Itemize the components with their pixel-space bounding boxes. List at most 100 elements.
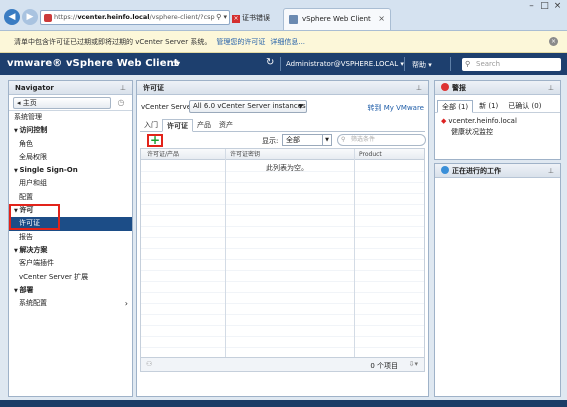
alarm-description: 健康状况监控 xyxy=(451,128,493,136)
details-link[interactable]: 详细信息... xyxy=(270,38,305,46)
window-controls: – □ × xyxy=(525,0,564,12)
cert-error-icon: × xyxy=(232,15,240,23)
navigator-item[interactable]: vCenter Server 扩展 xyxy=(9,271,132,284)
navigator-item[interactable]: 角色 xyxy=(9,138,132,151)
work-in-progress-panel: 正在进行的工作 ⊥ xyxy=(434,163,561,397)
search-icon[interactable]: ⚲ xyxy=(216,13,221,21)
navigator-item-label: Single Sign-On xyxy=(19,166,78,175)
manage-licenses-link[interactable]: 管理您的许可证 xyxy=(216,38,265,46)
navigator-list: 系统管理 ▼ 访问控制 角色 全局权限 ▼ Single Sign-On 用户和组配置 ▼ … xyxy=(9,111,132,310)
grid-rows xyxy=(141,161,424,357)
navigator-item[interactable]: 报告 xyxy=(9,231,132,244)
alarm-tab[interactable]: 新 (1) xyxy=(475,100,502,113)
browser-tab[interactable]: vSphere Web Client × xyxy=(283,8,391,30)
binoculars-icon[interactable]: ⚇ xyxy=(146,360,152,368)
dropdown-icon: ▼ xyxy=(298,103,303,110)
navigator-item-label: 许可 xyxy=(19,206,34,215)
navigator-item[interactable]: ▼ 许可 xyxy=(9,204,132,217)
navigator-item-label: 客户端插件 xyxy=(19,259,54,268)
alarms-title: 警报 ⊥ xyxy=(435,81,560,95)
navigator-item[interactable]: 客户端插件 xyxy=(9,257,132,270)
navigator-panel: Navigator ⊥ ◂ 主页 ◷ 系统管理 ▼ 访问控制 角色 全局权限 ▼ Sing… xyxy=(8,80,133,397)
column-header[interactable]: 许可证/产品 xyxy=(145,149,179,160)
os-taskbar xyxy=(0,400,567,407)
license-tab[interactable]: 资产 xyxy=(215,119,237,132)
navigator-item-label: 系统配置 xyxy=(19,299,47,308)
navigator-home-button[interactable]: ◂ 主页 xyxy=(13,97,111,109)
close-window-icon[interactable]: × xyxy=(551,0,564,12)
navigator-item[interactable]: 系统管理 xyxy=(9,111,132,124)
alarm-tab[interactable]: 已确认 (0) xyxy=(504,100,545,113)
pin-icon[interactable]: ⊥ xyxy=(120,81,126,95)
alarm-tab[interactable]: 全部 (1) xyxy=(437,100,474,113)
address-url: https://vcenter.heinfo.local/vsphere-cli… xyxy=(54,13,215,21)
tab-close-icon[interactable]: × xyxy=(378,14,385,23)
navigator-item[interactable]: 用户和组 xyxy=(9,177,132,190)
navigator-item[interactable]: ▼ Single Sign-On xyxy=(9,164,132,177)
license-tab[interactable]: 入门 xyxy=(140,119,162,132)
pin-icon[interactable]: ⊥ xyxy=(548,164,554,178)
refresh-icon[interactable]: ↻ xyxy=(266,57,274,68)
navigator-item-label: 许可证 xyxy=(19,219,40,228)
search-input[interactable]: ⚲ Search xyxy=(462,58,561,71)
pin-icon[interactable]: ⊥ xyxy=(548,81,554,95)
navigator-item[interactable]: 许可证 xyxy=(9,217,132,231)
navigator-home-row: ◂ 主页 ◷ xyxy=(9,95,132,111)
navigator-item-label: 全局权限 xyxy=(19,152,47,161)
back-button[interactable]: ◀ xyxy=(4,9,20,25)
address-bar[interactable]: https://vcenter.heinfo.local/vsphere-cli… xyxy=(40,10,230,25)
dropdown-icon[interactable]: ▾ xyxy=(223,13,227,21)
maximize-icon[interactable]: □ xyxy=(538,0,551,12)
navigator-item[interactable]: 配置 xyxy=(9,191,132,204)
column-header[interactable]: 许可证密钥 xyxy=(228,149,260,160)
chevron-right-icon: › xyxy=(124,299,128,309)
lock-icon xyxy=(44,14,52,22)
column-divider xyxy=(225,149,226,357)
export-icon[interactable]: ⇩▾ xyxy=(409,360,418,368)
header-separator xyxy=(280,57,281,71)
minimize-icon[interactable]: – xyxy=(525,0,538,12)
dropdown-icon: ▼ xyxy=(322,135,331,145)
navigator-item-label: 用户和组 xyxy=(19,179,47,188)
notification-close-icon[interactable]: × xyxy=(549,37,558,46)
navigator-title: Navigator ⊥ xyxy=(9,81,132,95)
goto-myvmware-link[interactable]: 转到 My VMware xyxy=(367,103,424,113)
home-icon[interactable]: ⌂▾ xyxy=(171,59,180,68)
app-brand: vmware® vSphere Web Client xyxy=(7,58,179,69)
navigator-item-label: 部署 xyxy=(19,285,34,294)
license-tabs: 入门 许可证 产品 资产 xyxy=(140,118,425,132)
browser-chrome: ◀ ▶ https://vcenter.heinfo.local/vsphere… xyxy=(0,0,567,31)
navigator-item[interactable]: ▼ 部署 xyxy=(9,284,132,297)
history-icon[interactable]: ◷ xyxy=(115,97,127,109)
navigator-item-label: 配置 xyxy=(19,192,33,201)
navigator-item[interactable]: 全局权限 xyxy=(9,151,132,164)
search-icon: ⚲ xyxy=(465,60,471,68)
app-header: vmware® vSphere Web Client ⌂▾ ↻ Administ… xyxy=(0,53,567,75)
address-tools[interactable]: ⚲ ▾ xyxy=(216,11,227,24)
vcenter-select[interactable]: All 6.0 vCenter Server instances ▼ xyxy=(189,100,307,113)
add-license-button[interactable]: + xyxy=(147,134,163,147)
navigator-item[interactable]: ▼ 解决方案 xyxy=(9,244,132,257)
user-menu[interactable]: Administrator@VSPHERE.LOCAL ▾ xyxy=(286,60,404,68)
forward-button[interactable]: ▶ xyxy=(22,9,38,25)
empty-list-message: 此列表为空。 xyxy=(266,164,308,172)
show-select[interactable]: 全部 ▼ xyxy=(282,134,332,146)
cert-error-badge[interactable]: × 证书错误 xyxy=(232,13,270,23)
grid-statusbar: ⚇ 0 个项目 ⇩▾ xyxy=(140,358,425,372)
license-tab[interactable]: 产品 xyxy=(193,119,215,132)
vcenter-label: vCenter Server: xyxy=(141,103,197,111)
license-tab[interactable]: 许可证 xyxy=(162,119,193,132)
navigator-item[interactable]: ▼ 访问控制 xyxy=(9,124,132,137)
work-in-progress-title: 正在进行的工作 ⊥ xyxy=(435,164,560,178)
alarm-item[interactable]: ◆ vcenter.heinfo.local xyxy=(435,117,560,125)
navigator-item-label: 系统管理 xyxy=(14,113,42,121)
tasks-icon xyxy=(441,166,449,174)
help-menu[interactable]: 帮助 ▾ xyxy=(412,60,432,70)
filter-input[interactable]: ⚲ 筛选条件 xyxy=(337,134,426,146)
navigator-item-label: 报告 xyxy=(19,232,33,241)
navigator-item[interactable]: 系统配置 › xyxy=(9,297,132,310)
pin-icon[interactable]: ⊥ xyxy=(416,81,422,95)
license-notification-bar: 清单中包含许可证已过期或即将过期的 vCenter Server 系统。 管理您的… xyxy=(0,31,567,53)
notification-message: 清单中包含许可证已过期或即将过期的 vCenter Server 系统。 xyxy=(14,38,212,46)
column-header[interactable]: Product xyxy=(357,149,382,160)
